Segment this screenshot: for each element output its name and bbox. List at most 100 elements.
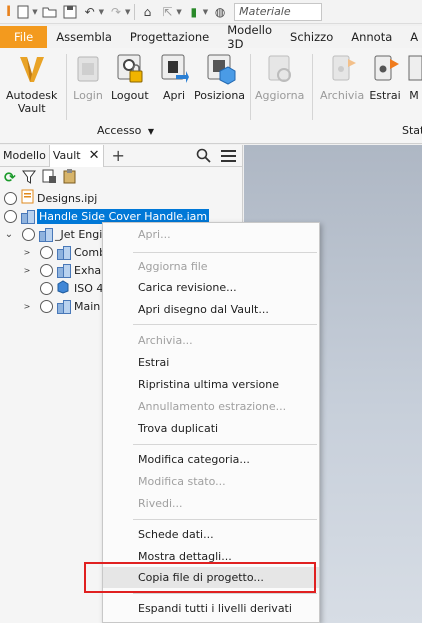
tab-file[interactable]: File — [0, 26, 48, 48]
ribbon-divider — [250, 54, 251, 120]
material-ball-icon[interactable]: ◍ — [212, 4, 228, 20]
menu-item-apri[interactable]: Apri... — [103, 224, 319, 245]
tree-item-label: Exha — [74, 263, 102, 277]
tab-modello[interactable]: Modello — [0, 145, 49, 167]
more-button[interactable]: M — [406, 52, 422, 102]
tab-more[interactable]: A — [401, 26, 422, 48]
menu-item-trova-duplicati[interactable]: Trova duplicati — [103, 418, 319, 439]
select-filter-icon[interactable]: ⇱ — [159, 4, 175, 20]
tree-item-designs[interactable]: Designs.ipj — [0, 189, 242, 207]
home-icon[interactable]: ⌂ — [139, 4, 155, 20]
aggiorna-button[interactable]: Aggiorna — [255, 52, 304, 102]
menu-item-aggiorna-file[interactable]: Aggiorna file — [103, 256, 319, 277]
login-label: Login — [73, 89, 103, 102]
chevron-down-icon[interactable]: ▼ — [203, 8, 208, 16]
menu-item-archivia[interactable]: Archivia... — [103, 330, 319, 351]
menu-item-schede-dati[interactable]: Schede dati... — [103, 524, 319, 545]
group-accesso-label: Accesso — [97, 124, 142, 137]
status-circle-icon — [40, 281, 53, 295]
tab-assembla[interactable]: Assembla — [47, 26, 121, 48]
archivia-label: Archivia — [320, 89, 365, 102]
add-tab-icon[interactable]: + — [112, 146, 125, 165]
logout-icon — [114, 52, 146, 86]
menu-item-ripristina[interactable]: Ripristina ultima versione — [103, 374, 319, 395]
tree-item-label: _Jet Engi — [55, 227, 103, 241]
tab-modello-3d[interactable]: Modello 3D — [218, 23, 281, 51]
apri-label: Apri — [162, 89, 186, 102]
vault-label-line2: Vault — [17, 102, 46, 115]
inventor-logo-icon[interactable]: I — [6, 4, 11, 20]
estrai-button[interactable]: Estrai — [369, 52, 401, 102]
ribbon-tabs: File Assembla Progettazione Modello 3D S… — [0, 23, 422, 51]
chevron-down-icon[interactable]: ▼ — [99, 8, 104, 16]
status-circle-icon — [40, 245, 53, 259]
chevron-down-icon[interactable]: ▼ — [176, 8, 181, 16]
autodesk-vault-button[interactable]: Autodesk Vault — [6, 52, 57, 115]
group-accesso[interactable]: Accesso ▼ — [97, 124, 154, 137]
posiziona-button[interactable]: Posiziona — [194, 52, 245, 102]
chevron-down-icon[interactable]: ▼ — [125, 8, 130, 16]
chevron-down-icon[interactable]: ▼ — [32, 8, 37, 16]
chevron-right-icon[interactable]: > — [22, 302, 32, 311]
status-circle-icon — [40, 299, 53, 313]
menu-item-espandi[interactable]: Espandi tutti i livelli derivati — [103, 598, 319, 619]
new-file-icon[interactable] — [15, 4, 31, 20]
logout-button[interactable]: Logout — [111, 52, 149, 102]
assembly-icon — [56, 299, 71, 314]
tab-annota[interactable]: Annota — [342, 26, 401, 48]
project-file-icon — [21, 189, 34, 207]
undo-icon[interactable]: ↶ — [82, 4, 98, 20]
menu-item-modifica-stato[interactable]: Modifica stato... — [103, 471, 319, 492]
toolbar-divider — [134, 3, 136, 20]
check-in-icon — [326, 52, 358, 86]
vault-options-icon[interactable] — [42, 169, 57, 187]
chevron-right-icon[interactable]: > — [22, 248, 32, 257]
estrai-label: Estrai — [369, 89, 401, 102]
menu-item-modifica-categoria[interactable]: Modifica categoria... — [103, 449, 319, 470]
close-icon[interactable]: ✕ — [89, 148, 100, 163]
archivia-button[interactable]: Archivia — [320, 52, 364, 102]
aggiorna-label: Aggiorna — [255, 89, 305, 102]
login-button[interactable]: Login — [72, 52, 104, 102]
tab-schizzo[interactable]: Schizzo — [281, 26, 342, 48]
menu-item-rivedi[interactable]: Rivedi... — [103, 493, 319, 514]
chevron-right-icon[interactable]: > — [22, 266, 32, 275]
refresh-icon[interactable]: ⟳ — [4, 170, 16, 186]
logout-label: Logout — [111, 89, 149, 102]
menu-item-estrai[interactable]: Estrai — [103, 352, 319, 373]
group-stat: Stat — [402, 124, 422, 137]
chevron-down-icon[interactable]: ⌄ — [4, 229, 14, 240]
appearance-icon[interactable]: ▮ — [186, 4, 202, 20]
more-label: M — [409, 89, 419, 102]
menu-item-carica-revisione[interactable]: Carica revisione... — [103, 277, 319, 298]
posiziona-label: Posiziona — [194, 89, 246, 102]
login-icon — [72, 52, 104, 86]
status-circle-icon — [40, 263, 53, 277]
open-folder-icon[interactable] — [42, 4, 58, 20]
filter-icon[interactable] — [21, 170, 36, 187]
menu-item-apri-disegno[interactable]: Apri disegno dal Vault... — [103, 299, 319, 320]
tree-item-label: Main — [74, 299, 101, 313]
tab-progettazione[interactable]: Progettazione — [121, 26, 218, 48]
menu-divider — [133, 593, 317, 594]
chevron-down-icon: ▼ — [147, 127, 155, 136]
ribbon-panel: Autodesk Vault Login Logout Apri Posizio… — [0, 48, 422, 144]
assembly-icon — [56, 245, 71, 260]
menu-icon[interactable] — [221, 149, 236, 165]
tree-item-label: Designs.ipj — [37, 191, 98, 205]
menu-divider — [133, 519, 317, 520]
menu-item-annullamento[interactable]: Annullamento estrazione... — [103, 396, 319, 417]
material-field[interactable]: Materiale — [234, 2, 323, 21]
assembly-icon — [20, 209, 35, 224]
clipboard-icon[interactable] — [63, 169, 76, 187]
quick-access-toolbar: I ▼ ↶ ▼ ↷ ▼ ⌂ ⇱ ▼ ▮ ▼ ◍ Materiale — [0, 0, 422, 24]
assembly-icon — [38, 227, 53, 242]
redo-icon[interactable]: ↷ — [108, 4, 124, 20]
search-icon[interactable] — [196, 148, 211, 166]
status-circle-icon — [4, 191, 17, 205]
tree-item-label: ISO 4 — [74, 281, 104, 295]
tab-vault[interactable]: Vault ✕ — [48, 144, 104, 167]
apri-button[interactable]: Apri — [158, 52, 190, 102]
ribbon-divider — [312, 54, 313, 120]
save-icon[interactable] — [62, 4, 78, 20]
